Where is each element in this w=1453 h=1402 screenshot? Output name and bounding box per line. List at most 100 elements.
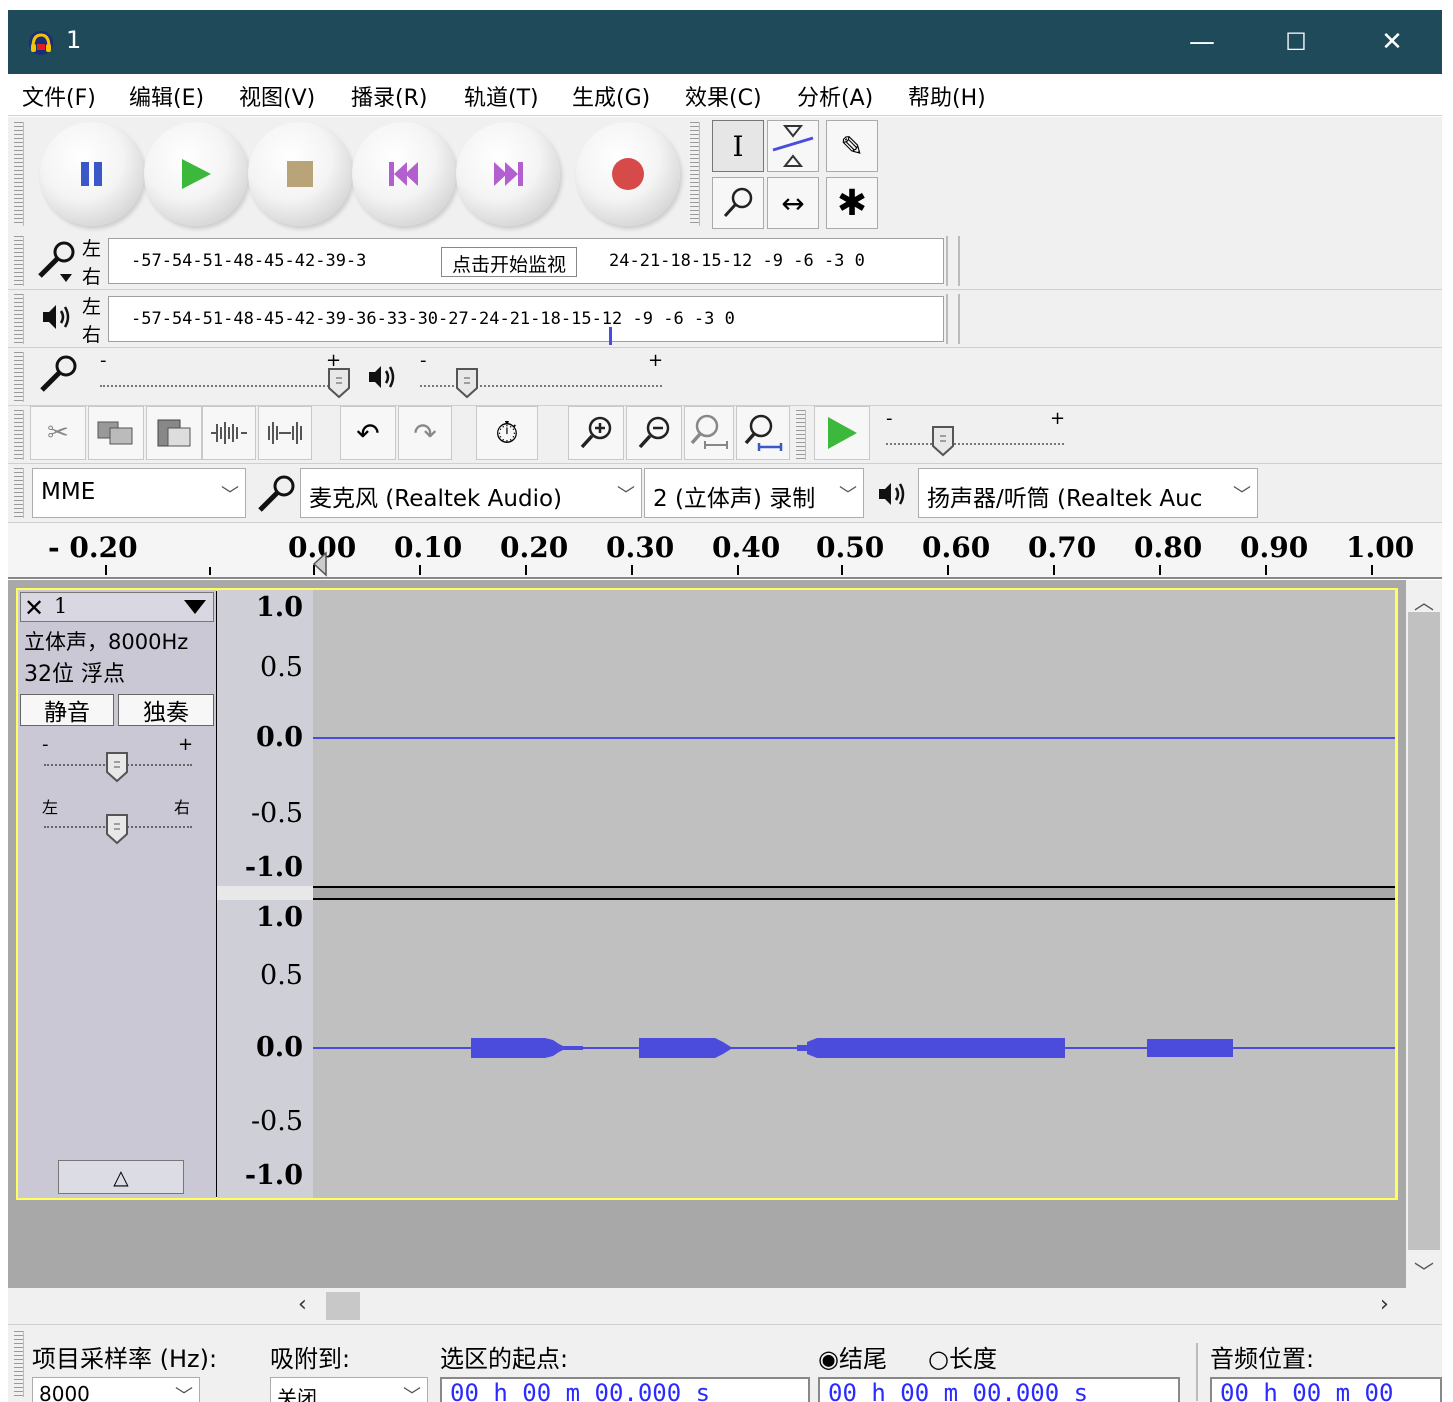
meter-grip[interactable] [14, 236, 24, 286]
scroll-down-icon[interactable]: ﹀ [1414, 1256, 1434, 1285]
trim-button[interactable] [202, 406, 256, 460]
timeline-ruler[interactable]: - 0.20 0.00 0.10 0.20 0.30 0.40 0.50 0.6… [8, 523, 1442, 579]
amp-label: 0.5 [260, 960, 303, 991]
title-bar[interactable]: 1 — ☐ ✕ [8, 10, 1442, 74]
mixer-grip[interactable] [14, 352, 24, 402]
menu-effect[interactable]: 效果(C) [685, 80, 762, 112]
play-button[interactable] [144, 122, 248, 226]
playback-meter[interactable]: -57-54-51-48-45-42-39-36-33-30-27-24-21-… [108, 296, 944, 345]
vertical-scroll-thumb[interactable] [1408, 612, 1440, 1250]
track-menu-arrow-icon[interactable] [182, 598, 208, 616]
selection-grip[interactable] [14, 1331, 24, 1397]
sync-lock-button[interactable]: ⏱ [476, 406, 538, 460]
menu-help[interactable]: 帮助(H) [908, 80, 986, 112]
menu-analyze[interactable]: 分析(A) [797, 80, 873, 112]
speaker-icon[interactable] [40, 300, 74, 334]
zoom-out-button[interactable] [626, 406, 682, 460]
meter-resize-handle[interactable] [946, 236, 960, 286]
close-track-icon[interactable]: ✕ [24, 594, 44, 622]
menu-file[interactable]: 文件(F) [22, 80, 96, 112]
toolbar-separator [1196, 1343, 1198, 1401]
amplitude-ruler[interactable]: 1.0 0.5 0.0 -0.5 -1.0 1.0 0.5 0.0 -0.5 -… [217, 590, 313, 1198]
silence-button[interactable] [258, 406, 312, 460]
gain-slider-thumb[interactable] [104, 750, 130, 784]
selection-tool[interactable]: I [712, 120, 764, 172]
menu-tracks[interactable]: 轨道(T) [464, 80, 539, 112]
selection-start-time[interactable]: 00 h 00 m 00.000 s [440, 1377, 810, 1402]
record-button[interactable] [576, 122, 680, 226]
minimize-button[interactable]: — [1154, 10, 1250, 74]
pan-slider-thumb[interactable] [104, 812, 130, 846]
menu-view[interactable]: 视图(V) [239, 80, 315, 112]
menu-edit[interactable]: 编辑(E) [129, 80, 204, 112]
scroll-up-icon[interactable]: ︿ [1414, 586, 1434, 615]
scroll-left-icon[interactable]: ‹ [298, 1292, 307, 1317]
maximize-button[interactable]: ☐ [1248, 10, 1344, 74]
redo-button[interactable]: ↷ [398, 406, 452, 460]
play-at-speed-grip[interactable] [796, 410, 806, 460]
length-radio[interactable]: ○长度 [928, 1339, 997, 1374]
waveform-display[interactable] [313, 590, 1395, 1198]
playback-meter-grip[interactable] [14, 294, 24, 344]
device-grip[interactable] [14, 468, 24, 518]
horizontal-scroll-thumb[interactable] [326, 1292, 360, 1320]
recording-channels-select[interactable]: 2 (立体声) 录制 ﹀ [644, 468, 864, 518]
zoom-tool[interactable] [712, 177, 764, 229]
amp-label: 1.0 [256, 592, 303, 623]
close-button[interactable]: ✕ [1344, 10, 1440, 74]
mic-volume-slider-thumb[interactable] [326, 366, 352, 400]
track-control-panel[interactable]: ✕ 1 立体声，8000Hz 32位 浮点 静音 独奏 - + 左 右 △ [18, 590, 216, 1198]
mic-volume-slider-track[interactable] [100, 384, 336, 387]
paste-button[interactable] [146, 406, 202, 460]
solo-button[interactable]: 独奏 [118, 694, 214, 726]
cut-button[interactable]: ✂ [30, 406, 86, 460]
stop-button[interactable] [248, 122, 352, 226]
project-rate-select[interactable]: 8000 ﹀ [32, 1377, 200, 1402]
draw-tool[interactable]: ✎ [826, 120, 878, 172]
speaker-volume-slider-thumb[interactable] [454, 366, 480, 400]
time-shift-tool[interactable]: ↔ [767, 177, 819, 229]
speed-slider-thumb[interactable] [930, 424, 956, 458]
selection-end-time[interactable]: 00 h 00 m 00.000 s [818, 1377, 1180, 1402]
snap-to-select[interactable]: 关闭 ﹀ [270, 1377, 428, 1402]
skip-to-end-button[interactable] [456, 122, 560, 226]
edit-grip[interactable] [14, 410, 24, 460]
recording-device-select[interactable]: 麦克风 (Realtek Audio) ﹀ [300, 468, 642, 518]
play-head-marker-icon[interactable] [310, 551, 330, 577]
vertical-scrollbar[interactable]: ︿ ﹀ [1406, 580, 1442, 1288]
menu-generate[interactable]: 生成(G) [572, 80, 650, 112]
toolbar-grip[interactable] [14, 122, 24, 226]
pause-button[interactable] [40, 122, 144, 226]
playback-meter-resize-handle[interactable] [946, 294, 960, 344]
zoom-in-button[interactable] [568, 406, 624, 460]
envelope-tool[interactable] [767, 120, 819, 172]
start-monitoring-prompt[interactable]: 点击开始监视 [441, 247, 578, 277]
menu-transport[interactable]: 播录(R) [351, 80, 427, 112]
ruler-label: - 0.20 [48, 531, 138, 564]
horizontal-scrollbar[interactable]: ‹ › [8, 1288, 1406, 1324]
mute-button[interactable]: 静音 [20, 694, 114, 726]
end-radio[interactable]: ◉结尾 [818, 1339, 887, 1374]
recording-meter-scale-right: 24-21-18-15-12 -9 -6 -3 0 [609, 251, 865, 271]
speed-slider-track[interactable] [886, 442, 1064, 445]
playback-device-select[interactable]: 扬声器/听筒 (Realtek Auc ﹀ [918, 468, 1258, 518]
meter-left-label: 左 [82, 238, 102, 260]
magnifier-icon [723, 187, 753, 218]
undo-button[interactable]: ↶ [340, 406, 396, 460]
play-at-speed-button[interactable] [814, 406, 870, 460]
multi-tool[interactable]: ✱ [826, 177, 878, 229]
fit-project-button[interactable] [736, 406, 790, 460]
track-name[interactable]: 1 [54, 594, 67, 618]
scroll-right-icon[interactable]: › [1380, 1292, 1389, 1317]
audio-position-time[interactable]: 00 h 00 m 00 [1210, 1377, 1442, 1402]
recording-meter[interactable]: -57-54-51-48-45-42-39-3 24-21-18-15-12 -… [108, 238, 944, 284]
collapse-track-button[interactable]: △ [58, 1160, 184, 1194]
chevron-down-icon: ﹀ [839, 485, 857, 506]
redo-icon: ↷ [413, 416, 437, 450]
audio-host-select[interactable]: MME ﹀ [32, 468, 246, 518]
microphone-icon[interactable] [34, 238, 80, 284]
skip-to-start-button[interactable] [352, 122, 456, 226]
fit-selection-button[interactable] [684, 406, 734, 460]
tools-grip[interactable] [690, 122, 700, 226]
copy-button[interactable] [88, 406, 144, 460]
